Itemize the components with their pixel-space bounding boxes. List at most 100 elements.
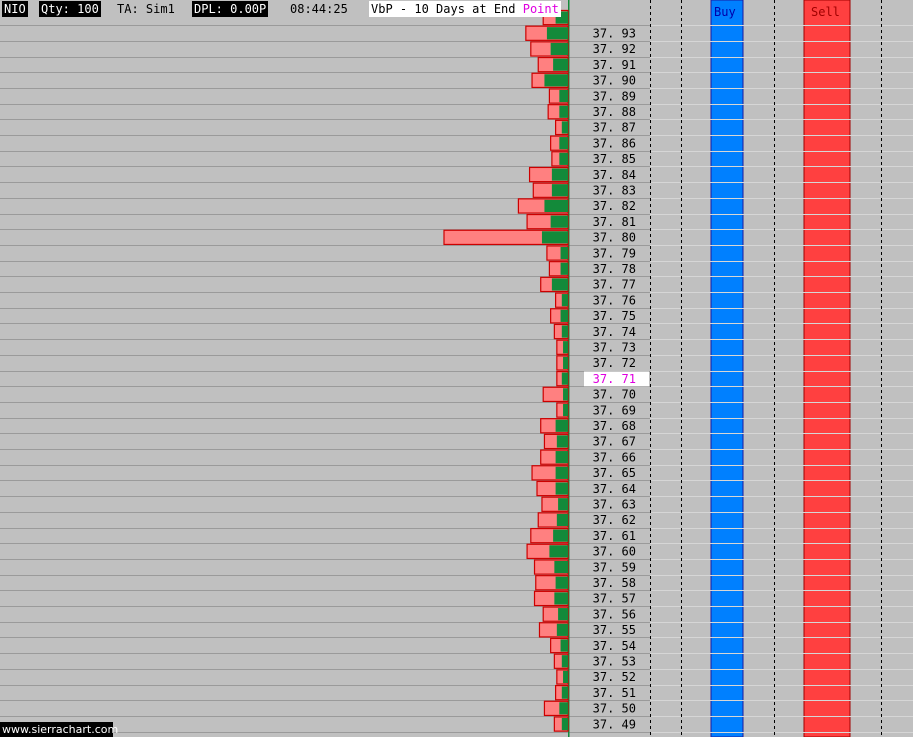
price-label: 37. 67 [593,435,636,449]
vbp-inner-bar [554,592,568,605]
vbp-inner-bar [558,498,568,511]
vbp-inner-bar [560,639,568,652]
price-label: 37. 50 [593,702,636,716]
price-label: 37. 93 [593,27,636,41]
price-label: 37. 76 [593,293,636,307]
vbp-inner-bar [556,623,568,636]
vbp-inner-bar [561,325,568,338]
price-label: 37. 62 [593,513,636,527]
price-label: 37. 55 [593,623,636,637]
vbp-inner-bar [563,403,568,417]
price-label: 37. 65 [593,466,636,480]
vbp-inner-bar [555,482,568,495]
vbp-inner-bar [556,435,568,448]
current-price-label: 37. 71 [593,372,636,386]
vbp-inner-bar [561,294,568,307]
price-label: 37. 51 [593,686,636,700]
vbp-inner-bar [558,608,568,621]
vbp-inner-bar [554,560,568,574]
price-label: 37. 54 [593,639,636,653]
time-label: 08:44:25 [290,2,348,16]
price-label: 37. 70 [593,388,636,402]
vbp-inner-bar [563,388,568,401]
price-label: 37. 56 [593,607,636,621]
price-label: 37. 83 [593,184,636,198]
price-label: 37. 53 [593,655,636,669]
price-label: 37. 73 [593,341,636,355]
vbp-inner-bar [555,466,568,479]
price-label: 37. 90 [593,74,636,88]
price-label: 37. 69 [593,403,636,417]
vbp-inner-bar [551,184,568,197]
vbp-inner-bar [551,168,568,181]
vbp-inner-bar [546,27,568,40]
price-label: 37. 60 [593,545,636,559]
price-label: 37. 89 [593,89,636,103]
price-label: 37. 58 [593,576,636,590]
vbp-inner-bar [550,42,568,56]
price-label: 37. 74 [593,325,636,339]
vbp-inner-bar [561,372,568,385]
vbp-inner-bar [563,670,568,684]
vbp-inner-bar [561,655,568,668]
vbp-inner-bar [555,419,568,432]
symbol-label: NIO [2,1,28,17]
price-label: 37. 68 [593,419,636,433]
vbp-inner-bar [561,686,568,699]
price-label: 37. 64 [593,482,636,496]
price-label: 37. 85 [593,152,636,166]
study-point: Point [522,2,559,16]
price-label: 37. 80 [593,231,636,245]
vbp-inner-bar [544,74,568,87]
price-label: 37. 59 [593,560,636,574]
price-label: 37. 57 [593,592,636,606]
vbp-inner-bar [561,121,568,134]
price-label: 37. 91 [593,58,636,72]
sell-column-header: Sell [811,5,840,19]
vbp-inner-bar [544,199,568,213]
vbp-inner-bar [563,356,568,370]
vbp-inner-bar [549,545,568,558]
vbp-inner-bar [560,262,568,275]
price-label: 37. 72 [593,356,636,370]
price-label: 37. 66 [593,450,636,464]
vbp-inner-bar [551,278,568,291]
vbp-inner-bar [560,309,568,322]
buy-column-header: Buy [714,5,736,19]
price-label: 37. 77 [593,278,636,292]
ladder-svg: 37. 9337. 92 37. 91 37. 9037. 89 37. 88 37. … [0,0,913,737]
price-label: 37. 87 [593,121,636,135]
vbp-inner-bar [553,58,568,71]
price-label: 37. 84 [593,168,636,182]
price-label: 37. 63 [593,498,636,512]
qty-field[interactable]: Qty: 100 [39,1,101,17]
price-label: 37. 49 [593,717,636,731]
vbp-inner-bar [556,513,568,527]
sell-column [803,0,851,737]
vbp-inner-bar [550,215,568,228]
vbp-inner-bar [563,341,568,354]
price-label: 37. 61 [593,529,636,543]
price-label: 37. 79 [593,246,636,260]
price-label: 37. 86 [593,136,636,150]
price-label: 37. 75 [593,309,636,323]
dom-ladder: 37. 93 37. 92 37. 91 37. 90 37. 89 37. 88 37. … [0,0,913,737]
study-name: VbP - 10 Days at End [371,2,523,16]
price-label: 37. 88 [593,105,636,119]
price-label: 37. 52 [593,670,636,684]
vbp-inner-bar [559,89,568,103]
vbp-inner-bar [559,105,568,118]
dpl-label: DPL: 0.00P [192,1,269,17]
watermark: www.sierrachart.com [0,722,119,737]
study-label: VbP - 10 Days at End Point [369,1,561,17]
vbp-inner-bar [560,246,568,260]
buy-column [710,0,744,737]
price-label: 37. 81 [593,215,636,229]
price-label: 37. 82 [593,199,636,213]
trade-account-label[interactable]: TA: Sim1 [115,1,177,17]
vbp-inner-bar [553,529,568,542]
vbp-inner-bar [555,576,568,589]
vbp-inner-bar [559,702,568,715]
price-label: 37. 92 [593,42,636,56]
vbp-inner-bar [555,451,568,464]
